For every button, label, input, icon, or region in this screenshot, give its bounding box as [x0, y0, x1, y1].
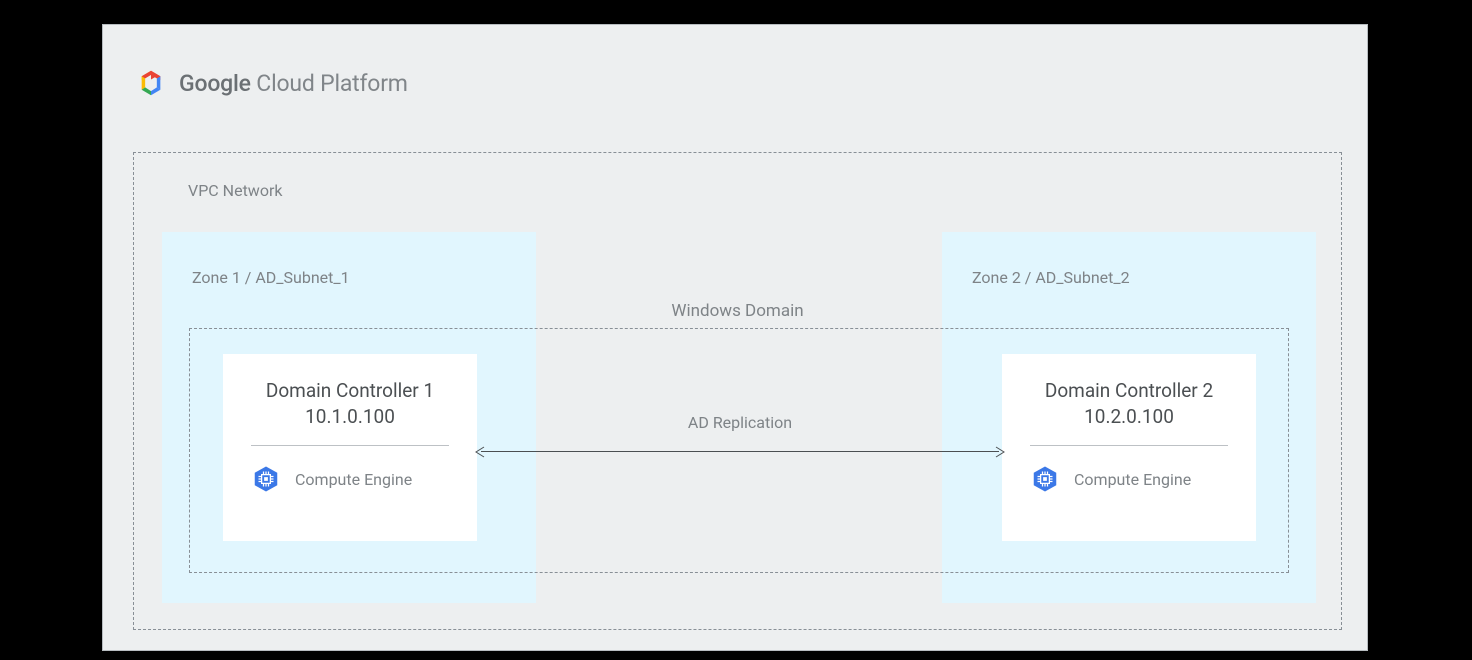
brand-rest: Cloud Platform — [251, 70, 408, 97]
domain-controller-1-card: Domain Controller 1 10.1.0.100 — [223, 354, 477, 541]
gcp-logo-icon — [137, 69, 165, 97]
dc2-ip: 10.2.0.100 — [1030, 405, 1228, 430]
diagram-canvas: Google Cloud Platform VPC Network Zone 1… — [102, 24, 1368, 651]
dc1-ip: 10.1.0.100 — [251, 405, 449, 430]
dc1-title: Domain Controller 1 — [251, 378, 449, 405]
vpc-network-label: VPC Network — [188, 181, 282, 200]
compute-engine-icon — [251, 464, 281, 494]
arrowhead-left-icon — [475, 446, 485, 458]
gcp-header: Google Cloud Platform — [137, 69, 408, 97]
compute-engine-icon — [1030, 464, 1060, 494]
zone-1-label: Zone 1 / AD_Subnet_1 — [192, 268, 350, 287]
gcp-header-text: Google Cloud Platform — [179, 70, 408, 97]
replication-label: AD Replication — [475, 413, 1005, 432]
domain-controller-2-card: Domain Controller 2 10.2.0.100 — [1002, 354, 1256, 541]
dc2-engine-label: Compute Engine — [1074, 470, 1191, 489]
vpc-network-box: VPC Network Zone 1 / AD_Subnet_1 Zone 2 … — [133, 152, 1342, 630]
dc1-engine-label: Compute Engine — [295, 470, 412, 489]
arrow-line — [481, 451, 999, 452]
dc1-engine-row: Compute Engine — [251, 464, 449, 494]
dc2-divider — [1030, 445, 1228, 446]
dc2-engine-row: Compute Engine — [1030, 464, 1228, 494]
windows-domain-label: Windows Domain — [134, 301, 1341, 321]
dc1-divider — [251, 445, 449, 446]
zone-2-label: Zone 2 / AD_Subnet_2 — [972, 268, 1130, 287]
replication-arrow: AD Replication — [475, 437, 1005, 467]
arrowhead-right-icon — [995, 446, 1005, 458]
dc2-title: Domain Controller 2 — [1030, 378, 1228, 405]
brand-bold: Google — [179, 70, 251, 97]
